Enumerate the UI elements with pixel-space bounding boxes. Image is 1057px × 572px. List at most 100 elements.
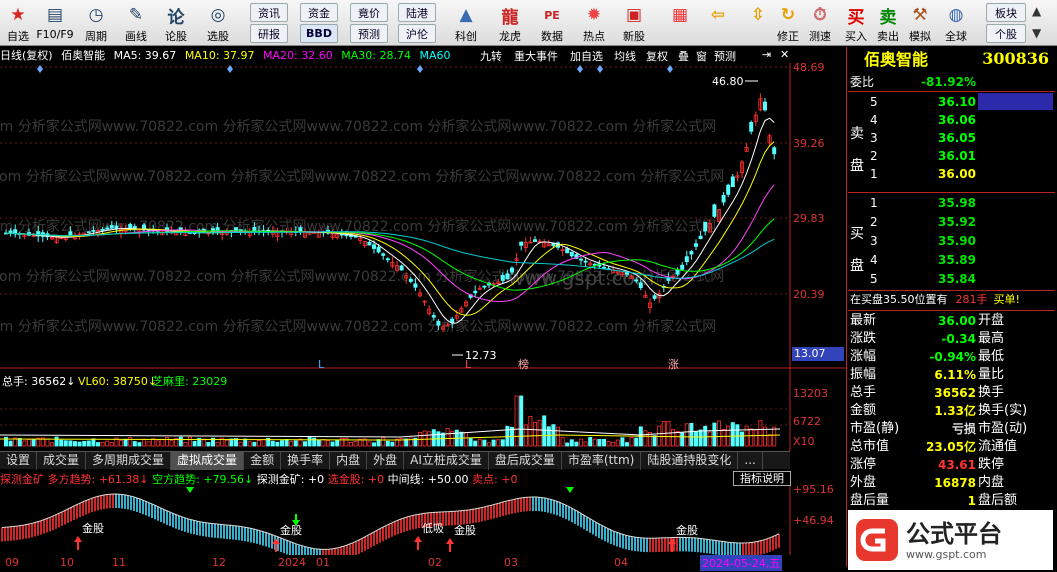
candle-body: [680, 264, 685, 270]
chart-header-button-4[interactable]: 复权: [644, 48, 670, 63]
toolbar-mid-button-1[interactable]: 龍龙虎: [490, 0, 530, 46]
toolbar-text-button-4[interactable]: 研报: [250, 24, 288, 43]
star-icon: ★: [10, 5, 26, 25]
toolbar-button-1[interactable]: ▤ F10/F9: [34, 0, 76, 46]
tab-1[interactable]: 成交量: [37, 452, 87, 470]
chart-header-button-0[interactable]: 九转: [478, 48, 504, 63]
toolbar-text-button-2[interactable]: 竟价: [350, 3, 388, 22]
chart-header-button-6[interactable]: 窗: [694, 48, 709, 63]
tab-12[interactable]: ...: [738, 452, 763, 470]
gold-stock-label: 金股: [676, 523, 698, 537]
volume-bar: [634, 437, 639, 447]
buy-price: 35.98: [938, 196, 976, 210]
indicator-chart[interactable]: 金股 金股 低吸 金股 金股: [0, 486, 846, 555]
scroll-down-icon[interactable]: ▼: [1032, 26, 1041, 40]
high-price-label: 46.80: [712, 75, 744, 88]
volume-bar: [137, 442, 142, 447]
toolbar-right-button-6[interactable]: 卖卖出: [872, 0, 904, 46]
tab-5[interactable]: 换手率: [281, 452, 331, 470]
toolbar-mid-button-3[interactable]: ✹ 热点: [574, 0, 614, 46]
toolbar-right-button-8[interactable]: ◍ 全球: [940, 0, 972, 46]
toolbar-mid-button-4[interactable]: ▣ 新股: [614, 0, 654, 46]
hammer-icon: ⚒: [912, 5, 928, 25]
toolbar-button-4[interactable]: 论论股: [158, 0, 194, 46]
tab-11[interactable]: 陆股通持股变化: [641, 452, 739, 470]
scroll-up-icon[interactable]: ▲: [1032, 4, 1041, 18]
volume-bar: [625, 442, 630, 447]
volume-bar: [54, 436, 59, 447]
toolbar-button-2[interactable]: ◷ 周期: [78, 0, 114, 46]
volume-bar: [376, 439, 381, 447]
sell-icon: 卖: [879, 7, 897, 28]
candle-body: [252, 226, 257, 232]
volume-bar: [17, 438, 22, 447]
panel-border: [846, 47, 847, 567]
toolbar-right-button-4[interactable]: ⏱ 测速: [804, 0, 836, 46]
tab-7[interactable]: 外盘: [367, 452, 405, 470]
toolbar-button-3[interactable]: ✎ 画线: [118, 0, 154, 46]
toolbar-text-button-3[interactable]: 陆港: [398, 3, 436, 22]
candlestick-chart[interactable]: 2.com 分析家公式网www.70822.com 分析家公式网www.7082…: [0, 63, 846, 451]
toolbar-button-5[interactable]: ◎ 选股: [200, 0, 236, 46]
sell-level: 4: [870, 113, 878, 127]
toolbar-mid-button-2[interactable]: PE 数据: [532, 0, 572, 46]
stat-label: 振幅: [850, 367, 877, 382]
tab-3[interactable]: 虚拟成交量: [171, 452, 245, 470]
tab-2[interactable]: 多周期成交量: [86, 452, 172, 470]
toolbar-mid-button-0[interactable]: ▲ 科创: [446, 0, 486, 46]
chart-header-button-3[interactable]: 均线: [612, 48, 638, 63]
toolbar-right-button-1[interactable]: ⇦: [702, 0, 734, 46]
toolbar-text-button-0[interactable]: 资讯: [250, 3, 288, 22]
volume-bar: [588, 436, 593, 447]
volume-axis-label: 13203: [793, 387, 828, 400]
next-window-icon[interactable]: ⇥: [760, 48, 773, 63]
weibi-label: 委比: [850, 75, 875, 89]
chart-header-button-5[interactable]: 叠: [676, 48, 691, 63]
indicator-h3: 探测金矿: +0: [256, 473, 325, 486]
stat-value: -0.94%: [929, 350, 976, 364]
volume-bar: [385, 440, 390, 447]
chart-header-button-7[interactable]: 预测: [712, 48, 738, 63]
toolbar-button-0[interactable]: ★ 自选: [0, 0, 36, 46]
sell-signal-icon: [566, 487, 574, 493]
stat-label-2: 开盘: [978, 313, 1005, 328]
volume-bar: [279, 440, 284, 447]
pencil-icon: ✎: [128, 5, 144, 25]
stat-label: 最新: [850, 313, 877, 328]
toolbar-button-label: 新股: [623, 30, 645, 43]
volume-vl60: VL60: 38750↓: [78, 375, 157, 388]
chart-header-button-1[interactable]: 重大事件: [512, 48, 560, 63]
volume-bar: [312, 437, 317, 447]
toolbar-text-button-6[interactable]: 预测: [350, 24, 388, 43]
toolbar-right-button-7[interactable]: ⚒ 模拟: [904, 0, 936, 46]
close-icon[interactable]: ✕: [778, 48, 791, 63]
toolbar-right-button-2[interactable]: ⇳: [742, 0, 774, 46]
candle-body: [86, 231, 91, 234]
chart-marker: 榜: [518, 357, 529, 371]
stat-value: 36562: [934, 386, 976, 400]
toolbar-small-button-1[interactable]: 个股: [986, 24, 1026, 43]
stat-label-2: 盘后额: [978, 493, 1018, 508]
toolbar-small-button-0[interactable]: 板块: [986, 3, 1026, 22]
tab-4[interactable]: 金额: [244, 452, 282, 470]
candle-body: [519, 241, 524, 246]
tab-6[interactable]: 内盘: [330, 452, 368, 470]
toolbar-text-button-5[interactable]: BBD: [300, 24, 338, 43]
volume-bar: [491, 439, 496, 447]
indicator-h2: 空方趋势: +79.56↓: [152, 473, 254, 486]
chart-header-button-2[interactable]: 加自选: [568, 48, 605, 63]
toolbar-right-button-3[interactable]: ↻ 修正: [772, 0, 804, 46]
toolbar-text-button-7[interactable]: 沪伦: [398, 24, 436, 43]
volume-bar: [565, 442, 570, 447]
stat-value: 36.00: [938, 314, 976, 328]
toolbar-right-button-0[interactable]: ▦: [664, 0, 696, 46]
tab-10[interactable]: 市盈率(ttm): [562, 452, 642, 470]
toolbar-text-button-1[interactable]: 资金: [300, 3, 338, 22]
indicator-help-button[interactable]: 指标说明: [733, 471, 791, 486]
tab-0[interactable]: 设置: [0, 452, 38, 470]
buy-price: 35.84: [938, 272, 976, 286]
toolbar-right-button-5[interactable]: 买买入: [840, 0, 872, 46]
tab-8[interactable]: AI立桩成交量: [404, 452, 489, 470]
stat-label-2: 量比: [978, 367, 1005, 382]
tab-9[interactable]: 盘后成交量: [489, 452, 562, 470]
